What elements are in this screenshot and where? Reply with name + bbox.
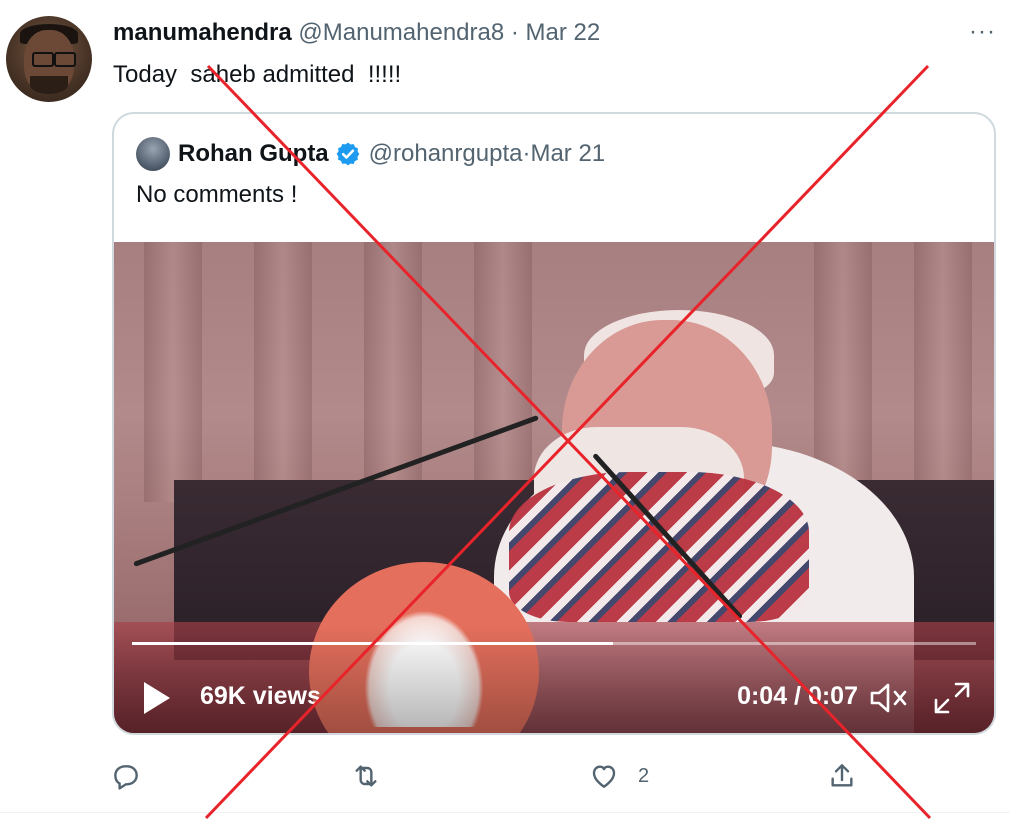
more-icon[interactable]: ··· xyxy=(969,18,996,46)
retweet-button[interactable] xyxy=(350,756,400,796)
quoted-tweet-card[interactable]: Rohan Gupta @rohanrgupta · Mar 21 No com… xyxy=(112,112,996,735)
verified-badge-icon xyxy=(336,142,360,166)
like-count: 2 xyxy=(638,764,650,787)
share-icon xyxy=(831,764,853,787)
quoted-tweet-text: No comments ! xyxy=(136,181,298,208)
tweet-date[interactable]: Mar 22 xyxy=(526,19,601,46)
retweet-icon xyxy=(355,765,377,787)
play-icon[interactable] xyxy=(144,682,170,714)
quoted-separator: · xyxy=(522,140,531,167)
quoted-author-handle: @rohanrgupta xyxy=(368,140,523,167)
reply-icon xyxy=(114,765,138,790)
quoted-author-display-name: Rohan Gupta xyxy=(178,140,329,167)
header-separator: · xyxy=(504,19,526,46)
video-time: 0:04 / 0:07 xyxy=(737,682,858,710)
share-button[interactable] xyxy=(826,756,876,796)
like-icon xyxy=(592,765,616,788)
fullscreen-icon[interactable] xyxy=(930,678,974,718)
video-view-count: 69K views xyxy=(200,682,321,710)
tweet-text: Today saheb admitted !!!!! xyxy=(113,61,402,88)
video-player[interactable]: 69K views 0:04 / 0:07 xyxy=(114,242,994,733)
like-button[interactable]: 2 xyxy=(588,756,649,796)
mute-icon[interactable] xyxy=(866,678,910,718)
tweet-header: manumahendra @Manumahendra8 · Mar 22 xyxy=(113,18,600,48)
quoted-tweet-date: Mar 21 xyxy=(530,140,606,167)
reply-button[interactable] xyxy=(110,756,160,796)
author-handle[interactable]: @Manumahendra8 xyxy=(298,19,504,46)
author-avatar[interactable] xyxy=(6,16,92,102)
video-progress-bar[interactable] xyxy=(132,642,976,645)
bottom-divider xyxy=(0,812,1010,813)
author-display-name[interactable]: manumahendra xyxy=(113,19,292,46)
video-progress-fill xyxy=(132,642,614,645)
tweet-action-bar: 2 xyxy=(0,756,1010,800)
quoted-tweet-header: Rohan Gupta @rohanrgupta · Mar 21 xyxy=(178,138,605,170)
quoted-author-avatar xyxy=(136,137,170,171)
